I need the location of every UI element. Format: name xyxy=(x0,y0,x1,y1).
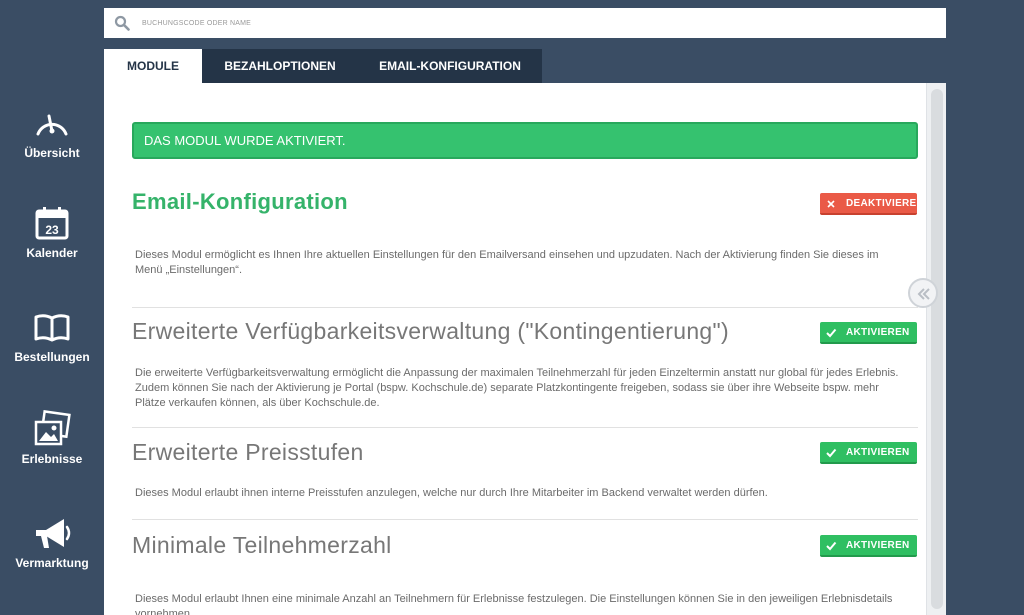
search-icon xyxy=(114,15,130,31)
sidebar-item-kalender[interactable]: 23 Kalender xyxy=(0,204,104,260)
success-alert: DAS MODUL WURDE AKTIVIERT. xyxy=(132,122,918,159)
button-label: DEAKTIVIEREN xyxy=(846,198,925,209)
divider xyxy=(132,519,918,520)
calendar-icon: 23 xyxy=(35,207,69,240)
activate-button[interactable]: AKTIVIEREN xyxy=(820,442,917,464)
module-title: Erweiterte Verfügbarkeitsverwaltung ("Ko… xyxy=(132,318,729,344)
button-label: AKTIVIEREN xyxy=(846,447,910,458)
module-title: Erweiterte Preisstufen xyxy=(132,439,364,465)
sidebar-item-label: Übersicht xyxy=(24,146,80,160)
calendar-day-number: 23 xyxy=(45,223,59,237)
speedometer-icon xyxy=(36,114,68,136)
activate-button[interactable]: AKTIVIEREN xyxy=(820,322,917,344)
search-input[interactable] xyxy=(142,8,922,38)
activate-button[interactable]: AKTIVIEREN xyxy=(820,535,917,557)
module-description: Die erweiterte Verfügbarkeitsverwaltung … xyxy=(135,367,899,409)
tab-bezahloptionen[interactable]: BEZAHLOPTIONEN xyxy=(202,49,358,83)
sidebar-item-erlebnisse[interactable]: Erlebnisse xyxy=(0,410,104,466)
sidebar: Übersicht 23 Kalender Bestellungen Erleb… xyxy=(0,0,104,615)
collapse-handle[interactable] xyxy=(908,278,938,308)
sidebar-item-label: Bestellungen xyxy=(14,350,90,364)
checkmark-icon xyxy=(826,328,837,338)
tab-email-konfiguration[interactable]: EMAIL-KONFIGURATION xyxy=(358,49,542,83)
sidebar-item-label: Erlebnisse xyxy=(21,452,83,466)
module-title: Minimale Teilnehmerzahl xyxy=(132,532,392,558)
deactivate-button[interactable]: DEAKTIVIEREN xyxy=(820,193,924,215)
module-description: Dieses Modul erlaubt Ihnen eine minimale… xyxy=(135,593,893,615)
checkmark-icon xyxy=(826,541,837,551)
sidebar-item-bestellungen[interactable]: Bestellungen xyxy=(0,308,104,364)
module-title: Email-Konfiguration xyxy=(132,189,348,214)
megaphone-icon xyxy=(36,519,71,548)
sidebar-item-label: Kalender xyxy=(26,246,78,260)
double-chevron-left-icon xyxy=(917,288,930,300)
close-icon xyxy=(827,200,835,208)
scrollbar[interactable] xyxy=(926,83,946,615)
right-margin xyxy=(946,0,1024,615)
divider xyxy=(132,307,918,308)
photos-icon xyxy=(34,410,71,446)
search-bar xyxy=(104,8,946,38)
scrollbar-thumb[interactable] xyxy=(931,89,943,609)
modules-panel: DAS MODUL WURDE AKTIVIERT. Email-Konfigu… xyxy=(104,83,946,615)
button-label: AKTIVIEREN xyxy=(846,540,910,551)
tab-module[interactable]: MODULE xyxy=(104,49,202,83)
divider xyxy=(132,427,918,428)
button-label: AKTIVIEREN xyxy=(846,327,910,338)
module-description: Dieses Modul erlaubt ihnen interne Preis… xyxy=(135,487,768,499)
sidebar-item-vermarktung[interactable]: Vermarktung xyxy=(0,514,104,570)
book-icon xyxy=(34,314,70,342)
sidebar-item-label: Vermarktung xyxy=(15,556,89,570)
checkmark-icon xyxy=(826,448,837,458)
sidebar-item-uebersicht[interactable]: Übersicht xyxy=(0,104,104,160)
module-description: Dieses Modul ermöglicht es Ihnen Ihre ak… xyxy=(135,249,879,276)
